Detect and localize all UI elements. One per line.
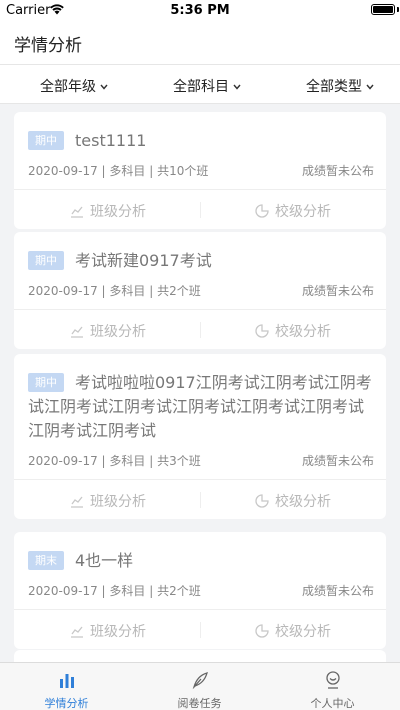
exam-meta: 2020-09-17 | 多科目 | 共2个班 [28, 284, 201, 298]
line-chart-icon [71, 206, 83, 218]
tab-analysis[interactable]: 学情分析 [0, 663, 133, 710]
class-analysis-button[interactable]: 班级分析 [70, 491, 146, 511]
school-analysis-label: 校级分析 [275, 624, 331, 640]
filter-grade[interactable]: 全部年级 [40, 76, 108, 96]
filter-type-label: 全部类型 [306, 79, 362, 95]
nav-bar: 学情分析 [0, 22, 400, 64]
pie-chart-icon [255, 204, 269, 218]
line-chart-icon [71, 326, 83, 338]
exam-type-badge: 期中 [28, 251, 64, 270]
pie-chart-icon [255, 624, 269, 638]
exam-card[interactable]: 期中 考试新建0917考试 2020-09-17 | 多科目 | 共2个班 成绩… [14, 232, 386, 349]
class-analysis-label: 班级分析 [90, 324, 146, 340]
feather-pen-icon [192, 672, 208, 690]
class-analysis-label: 班级分析 [90, 494, 146, 510]
divider [200, 202, 201, 218]
divider [200, 622, 201, 638]
school-analysis-label: 校级分析 [275, 324, 331, 340]
line-chart-icon [71, 626, 83, 638]
tab-marking[interactable]: 阅卷任务 [133, 663, 266, 710]
exam-title: 考试新建0917考试 [75, 251, 212, 270]
filter-type[interactable]: 全部类型 [306, 76, 374, 96]
exam-type-badge: 期中 [28, 373, 64, 392]
exam-type-badge: 期中 [28, 131, 64, 150]
school-analysis-label: 校级分析 [275, 494, 331, 510]
exam-title: test1111 [75, 131, 147, 150]
exam-card-partial[interactable] [14, 650, 386, 662]
school-analysis-button[interactable]: 校级分析 [255, 201, 331, 221]
tab-bar: 学情分析 阅卷任务 个人中心 [0, 662, 400, 710]
school-analysis-label: 校级分析 [275, 204, 331, 220]
chevron-down-icon [233, 84, 241, 90]
person-icon [325, 671, 340, 689]
exam-list: 期中 test1111 2020-09-17 | 多科目 | 共10个班 成绩暂… [0, 104, 400, 662]
exam-meta: 2020-09-17 | 多科目 | 共3个班 [28, 454, 201, 468]
score-status: 成绩暂未公布 [301, 164, 374, 178]
exam-title: 4也一样 [75, 551, 134, 570]
tab-marking-label: 阅卷任务 [177, 697, 222, 710]
divider [200, 492, 201, 508]
exam-meta: 2020-09-17 | 多科目 | 共10个班 [28, 164, 209, 178]
filter-subject-label: 全部科目 [173, 79, 229, 95]
exam-title: 考试啦啦啦0917江阴考试江阴考试江阴考试江阴考试江阴考试江阴考试江阴考试江阴考… [28, 373, 372, 440]
tab-profile[interactable]: 个人中心 [266, 663, 399, 710]
exam-type-badge: 期末 [28, 551, 64, 570]
chevron-down-icon [366, 84, 374, 90]
class-analysis-label: 班级分析 [90, 624, 146, 640]
exam-card[interactable]: 期末 4也一样 2020-09-17 | 多科目 | 共2个班 成绩暂未公布 班… [14, 532, 386, 649]
filter-subject[interactable]: 全部科目 [173, 76, 241, 96]
bar-chart-icon [59, 674, 74, 688]
page-title: 学情分析 [14, 36, 82, 56]
school-analysis-button[interactable]: 校级分析 [255, 321, 331, 341]
class-analysis-button[interactable]: 班级分析 [70, 201, 146, 221]
battery-icon [371, 4, 395, 15]
score-status: 成绩暂未公布 [301, 284, 374, 298]
score-status: 成绩暂未公布 [301, 584, 374, 598]
class-analysis-button[interactable]: 班级分析 [70, 321, 146, 341]
status-bar: Carrier 5:36 PM [0, 0, 400, 22]
class-analysis-button[interactable]: 班级分析 [70, 621, 146, 641]
divider [200, 322, 201, 338]
score-status: 成绩暂未公布 [301, 454, 374, 468]
clock: 5:36 PM [170, 3, 230, 18]
line-chart-icon [71, 496, 83, 508]
class-analysis-label: 班级分析 [90, 204, 146, 220]
exam-meta: 2020-09-17 | 多科目 | 共2个班 [28, 584, 201, 598]
filter-bar: 全部年级 全部科目 全部类型 [0, 64, 400, 104]
pie-chart-icon [255, 324, 269, 338]
pie-chart-icon [255, 494, 269, 508]
tab-profile-label: 个人中心 [310, 697, 355, 710]
tab-analysis-label: 学情分析 [44, 697, 89, 710]
exam-card[interactable]: 期中 test1111 2020-09-17 | 多科目 | 共10个班 成绩暂… [14, 112, 386, 229]
chevron-down-icon [100, 84, 108, 90]
school-analysis-button[interactable]: 校级分析 [255, 491, 331, 511]
school-analysis-button[interactable]: 校级分析 [255, 621, 331, 641]
exam-card[interactable]: 期中 考试啦啦啦0917江阴考试江阴考试江阴考试江阴考试江阴考试江阴考试江阴考试… [14, 354, 386, 519]
filter-grade-label: 全部年级 [40, 79, 96, 95]
